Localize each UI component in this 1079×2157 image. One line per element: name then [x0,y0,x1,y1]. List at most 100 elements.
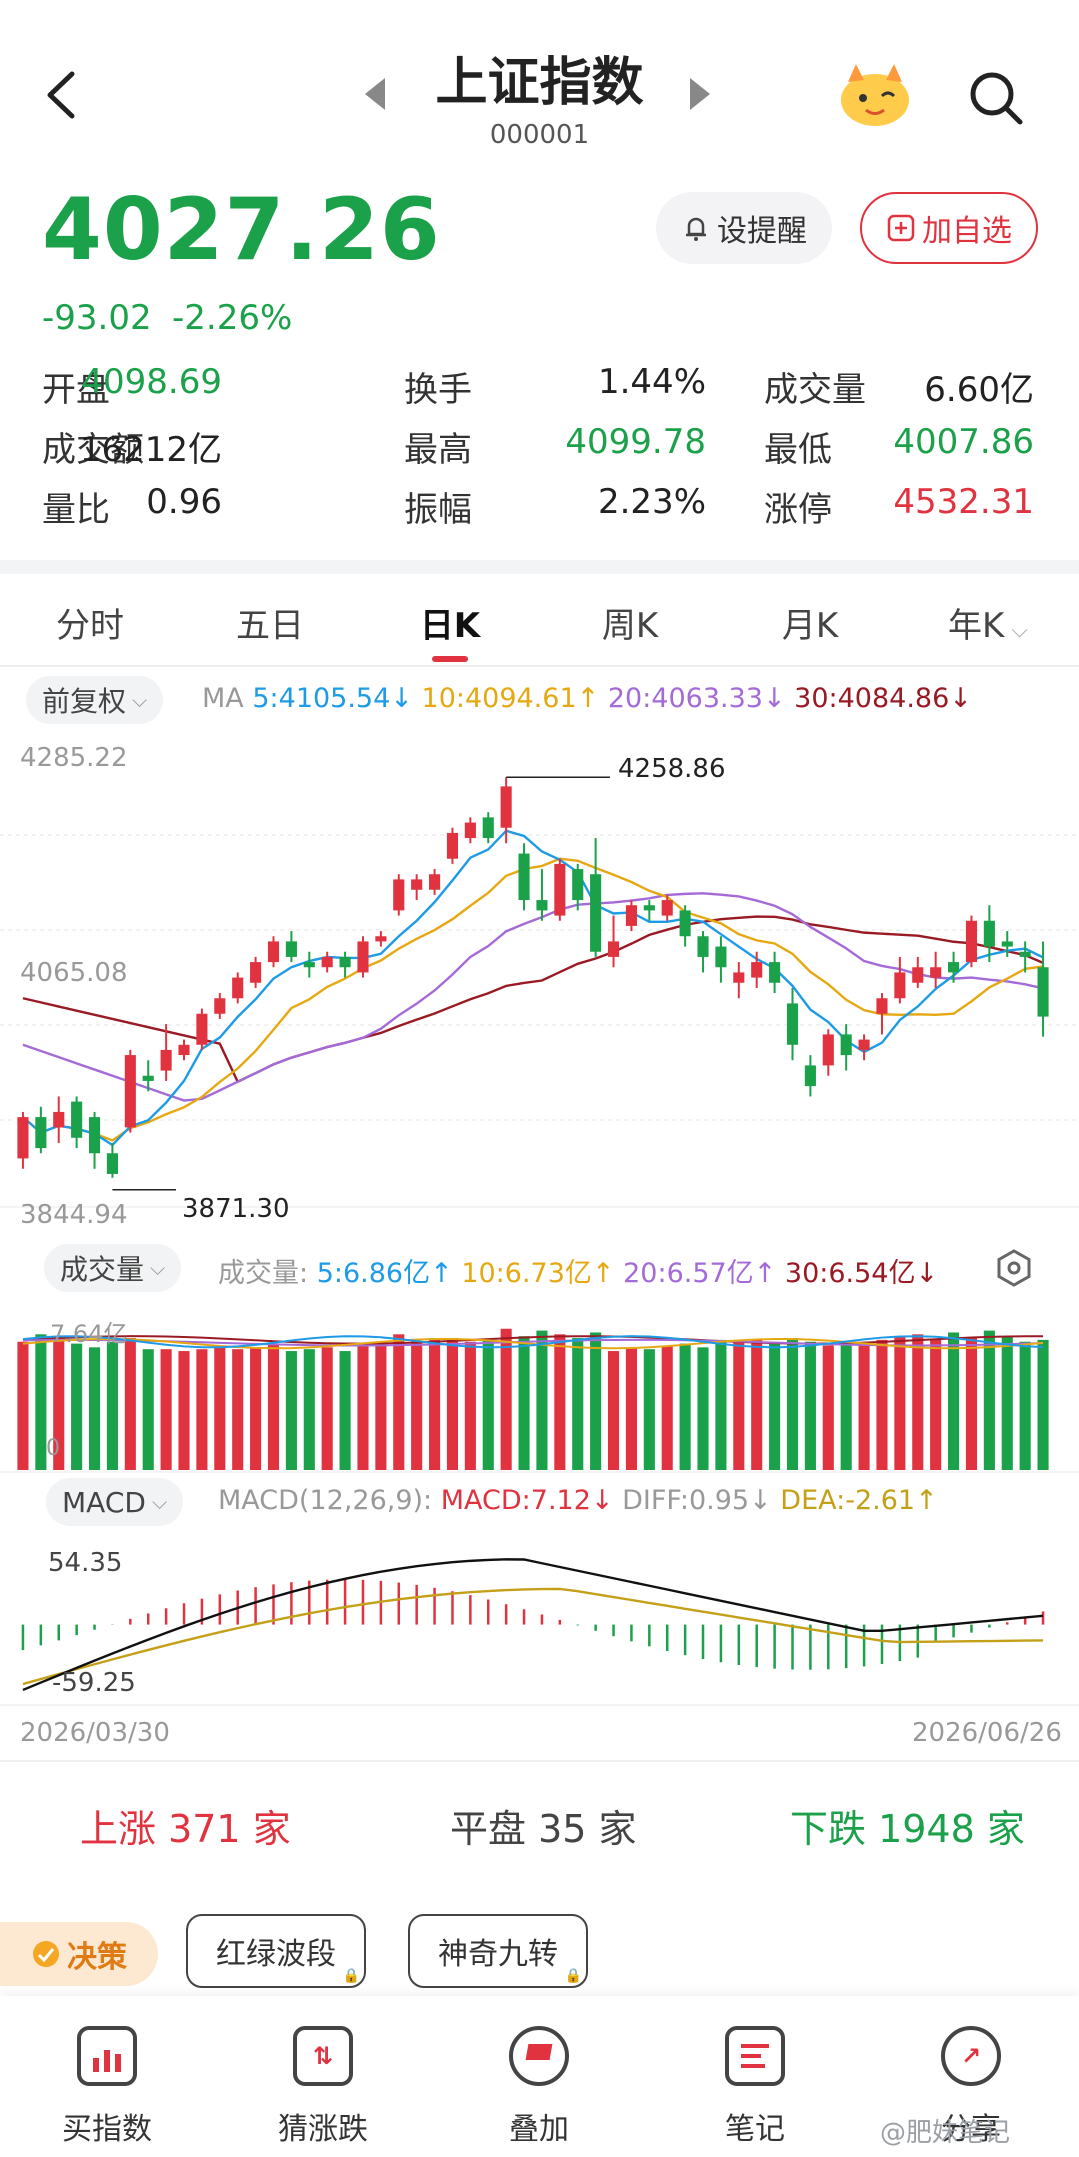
mascot-icon[interactable] [838,64,912,128]
candle-body [822,1034,834,1066]
volume-dropdown[interactable]: 成交量 ⌵ [44,1244,182,1292]
tab-monthly-k[interactable]: 月K [750,598,870,647]
nav-overlay[interactable]: 叠加 [464,2026,614,2148]
volume-settings-button[interactable] [994,1248,1034,1288]
volume-bar [124,1338,136,1470]
watermark: @肥妹笔记 [880,2118,1011,2148]
stat-value: 16212亿 [79,430,222,470]
candle-body [1001,941,1013,947]
share-icon: ↗ [941,2026,1001,2086]
macd-value: MACD:7.12↓ [440,1485,614,1516]
candle-body [321,956,333,968]
magic-nine-button[interactable]: 神奇九转 🔒 [408,1914,588,1988]
candle-body [482,817,494,839]
candle-body [267,941,280,963]
candle-body [804,1065,816,1087]
volume-bar [1019,1341,1031,1470]
decision-button[interactable]: 决策 [0,1922,158,1986]
candle-body [232,977,244,999]
volume-bar [35,1334,47,1470]
volume-bar [232,1349,244,1470]
vol-ma10-value: 10:6.73亿↑ [461,1258,615,1289]
price-change: -93.02 [42,298,152,338]
tab-five-day[interactable]: 五日 [210,598,330,647]
candle-body [679,910,691,937]
volume-bar [894,1336,906,1470]
candle-body [912,967,924,983]
candle-body [983,920,995,947]
stat-value: 4532.31 [893,482,1034,522]
volume-bar [339,1351,351,1470]
layers-icon [509,2026,569,2086]
volume-bar [876,1339,888,1470]
candle-body [643,905,655,911]
tab-intraday[interactable]: 分时 [30,598,150,647]
search-button[interactable] [968,70,1024,126]
volume-bar [106,1341,118,1470]
candle-body [1019,951,1031,957]
volume-bar [214,1347,226,1470]
red-green-band-label: 红绿波段 [216,1937,336,1972]
set-alert-button[interactable]: 设提醒 [656,192,832,264]
volume-bar [142,1349,154,1470]
red-green-band-button[interactable]: 红绿波段 🔒 [186,1914,366,1988]
candle-body [1037,967,1049,1017]
tab-yearly-k[interactable]: 年K ⌵ [928,598,1048,647]
ma5-value: 5:4105.54↓ [252,683,413,714]
stat-value: 4098.69 [81,362,222,402]
volume-bar [429,1339,441,1470]
nav-notes-label: 笔记 [725,2112,785,2147]
chart-bottom-divider [0,1760,1079,1762]
candle-body [196,1013,208,1045]
candle-body [178,1044,190,1056]
candle-body [965,920,978,963]
ma30-line [22,915,1044,1084]
candle-body [142,1075,154,1081]
candle-body [446,832,459,859]
price-axis-mid: 4065.08 [20,958,128,988]
stat-value: 1.44% [597,362,706,402]
tab-daily-k[interactable]: 日K [390,598,510,647]
candle-body [948,962,960,973]
volume-bar [464,1341,476,1470]
ma30-value: 30:4084.86↓ [794,683,972,714]
adjust-dropdown[interactable]: 前复权 ⌵ [26,676,164,724]
nav-buy-index-label: 买指数 [62,2112,152,2147]
candle-body [285,941,297,957]
macd-params: MACD(12,26,9): [218,1485,433,1516]
volume-bar [769,1343,781,1470]
vol-ma10-line [22,1337,1044,1350]
volume-bar [786,1338,799,1470]
lock-icon: 🔒 [564,1968,582,1984]
volume-bar [178,1351,190,1470]
unchanged-count: 平盘 35 家 [450,1807,637,1851]
add-watchlist-button[interactable]: 加自选 [860,192,1038,264]
chevron-down-icon: ⌵ [1004,618,1028,643]
candle-body [518,853,530,901]
nav-notes[interactable]: 笔记 [680,2026,830,2148]
add-watchlist-label: 加自选 [922,214,1012,249]
nav-buy-index[interactable]: 买指数 [32,2026,182,2148]
up-down-icon: ⇅ [293,2026,353,2086]
volume-bar [375,1343,387,1470]
stat-value: 0.96 [146,482,222,522]
plus-box-icon [887,214,915,242]
dea-line [22,1587,1044,1686]
diff-value: DIFF:0.95↓ [622,1485,772,1516]
volume-bar [518,1336,530,1470]
volume-bar [697,1347,709,1470]
nav-guess[interactable]: ⇅ 猜涨跌 [248,2026,398,2148]
candle-body [429,874,441,890]
candle-body [411,879,423,890]
low-annotation: 3871.30 [182,1194,290,1224]
candle-body [786,1003,799,1045]
volume-bar [160,1349,172,1470]
volume-bar [250,1347,262,1470]
tab-weekly-k[interactable]: 周K [570,598,690,647]
candle-body [17,1117,29,1159]
note-icon [725,2026,785,2086]
macd-dropdown[interactable]: MACD ⌵ [46,1478,184,1526]
bell-icon [686,217,706,241]
volume-bar [625,1347,637,1470]
macd-chip-label: MACD [62,1485,146,1519]
